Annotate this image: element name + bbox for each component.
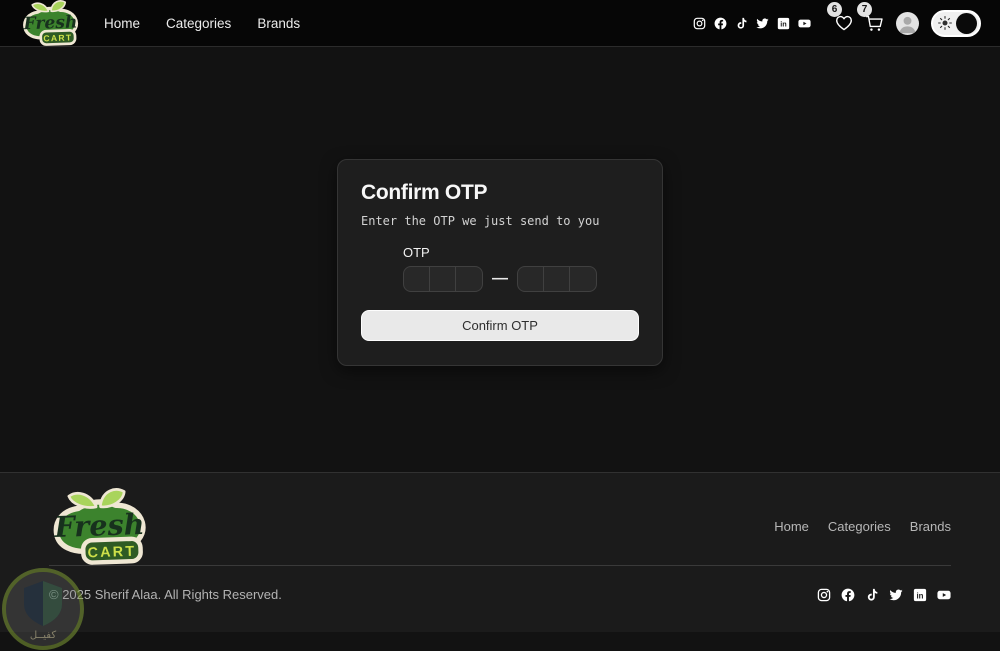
freshcart-logo-icon: [19, 0, 82, 46]
otp-card-title: Confirm OTP: [361, 181, 488, 204]
otp-group-2: [517, 266, 597, 292]
instagram-icon[interactable]: [693, 17, 706, 30]
youtube-icon[interactable]: [798, 17, 811, 30]
otp-input-5[interactable]: [544, 267, 570, 291]
youtube-icon[interactable]: [937, 588, 951, 602]
brand-logo[interactable]: [19, 0, 82, 46]
wishlist-button[interactable]: 6: [827, 2, 853, 32]
confirm-otp-card: Confirm OTP Enter the OTP we just send t…: [337, 159, 663, 366]
main-nav: Home Categories Brands: [104, 16, 300, 31]
cart-icon: [865, 14, 884, 33]
top-navbar: Home Categories Brands 6 7: [0, 0, 1000, 47]
header-social-links: [693, 17, 811, 30]
footer-link-home[interactable]: Home: [774, 519, 809, 534]
otp-card-subtitle: Enter the OTP we just send to you: [361, 214, 600, 228]
toggle-knob: [956, 12, 977, 34]
otp-input-6[interactable]: [570, 267, 596, 291]
tiktok-icon[interactable]: [865, 588, 879, 602]
linkedin-icon[interactable]: [913, 588, 927, 602]
header-actions: 6 7: [693, 1, 981, 37]
otp-inputs-row: —: [403, 266, 597, 292]
main-content: Confirm OTP Enter the OTP we just send t…: [0, 47, 1000, 472]
instagram-icon[interactable]: [817, 588, 831, 602]
footer-nav: Home Categories Brands: [774, 519, 951, 534]
otp-group-1: [403, 266, 483, 292]
otp-input-4[interactable]: [518, 267, 544, 291]
linkedin-icon[interactable]: [777, 17, 790, 30]
footer-social-links: [817, 588, 951, 602]
twitter-icon[interactable]: [756, 17, 769, 30]
copyright-text: © 2025 Sherif Alaa. All Rights Reserved.: [49, 587, 282, 602]
wishlist-count-badge: 6: [827, 2, 842, 17]
facebook-icon[interactable]: [714, 17, 727, 30]
otp-input-1[interactable]: [404, 267, 430, 291]
footer-link-brands[interactable]: Brands: [910, 519, 951, 534]
sun-icon: [938, 16, 952, 30]
facebook-icon[interactable]: [841, 588, 855, 602]
twitter-icon[interactable]: [889, 588, 903, 602]
footer-brand-logo[interactable]: [49, 488, 150, 565]
nav-link-home[interactable]: Home: [104, 16, 140, 31]
confirm-otp-button[interactable]: Confirm OTP: [361, 310, 639, 341]
otp-input-2[interactable]: [430, 267, 456, 291]
otp-input-3[interactable]: [456, 267, 482, 291]
page-footer: Home Categories Brands © 2025 Sherif Ala…: [0, 472, 1000, 632]
otp-label: OTP: [403, 245, 430, 260]
otp-separator: —: [492, 270, 508, 287]
cart-count-badge: 7: [857, 1, 872, 17]
tiktok-icon[interactable]: [735, 17, 748, 30]
otp-input-section: OTP —: [403, 245, 597, 292]
nav-link-categories[interactable]: Categories: [166, 16, 231, 31]
footer-divider: [49, 565, 951, 566]
theme-toggle[interactable]: [931, 9, 981, 37]
person-icon: [896, 12, 919, 35]
cart-button[interactable]: 7: [857, 1, 884, 33]
heart-icon: [835, 14, 853, 32]
footer-link-categories[interactable]: Categories: [828, 519, 891, 534]
user-avatar[interactable]: [896, 11, 919, 35]
freshcart-logo-icon: [49, 488, 150, 565]
nav-link-brands[interactable]: Brands: [257, 16, 300, 31]
